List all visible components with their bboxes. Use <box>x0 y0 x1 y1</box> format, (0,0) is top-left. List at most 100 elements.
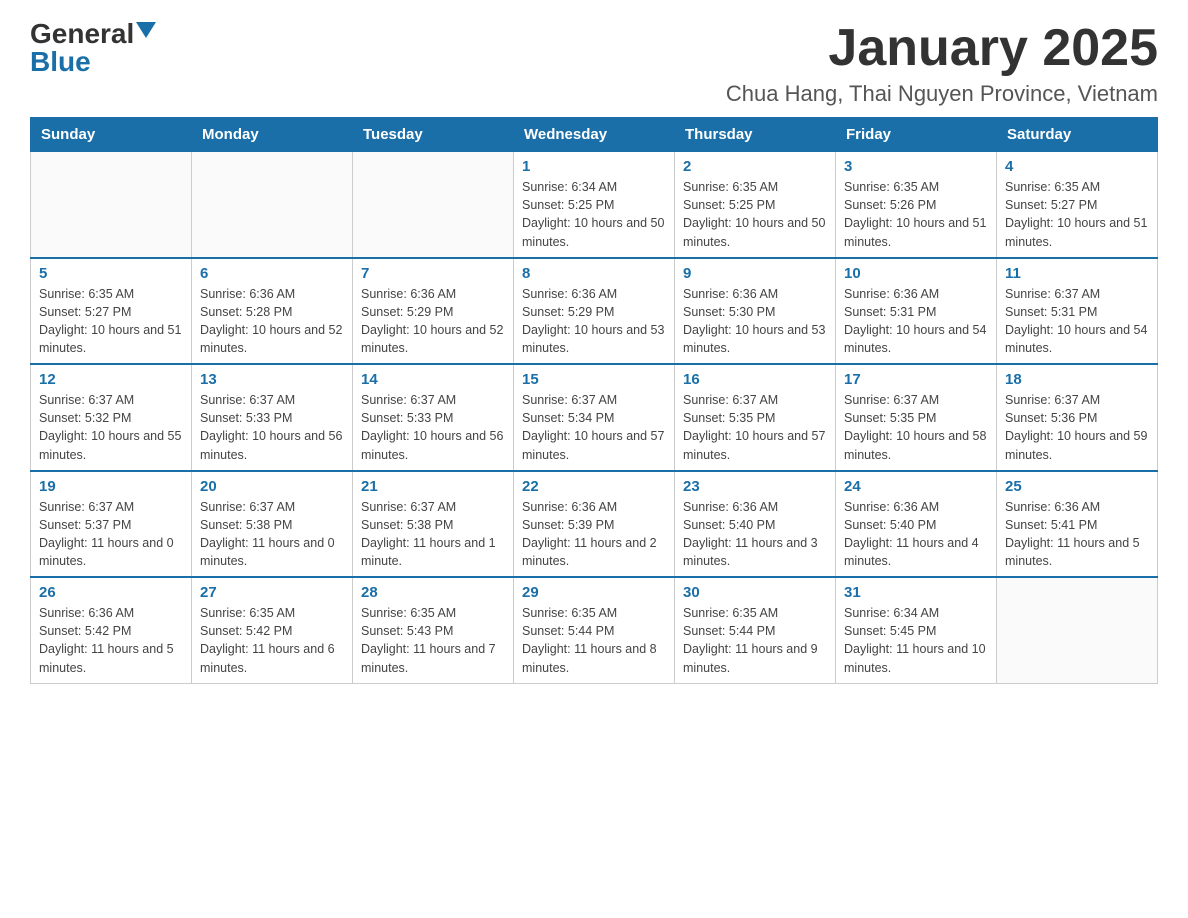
day-number: 6 <box>200 265 344 282</box>
calendar-week-row: 19 Sunrise: 6:37 AM Sunset: 5:37 PM Dayli… <box>31 471 1158 578</box>
calendar-cell: 19 Sunrise: 6:37 AM Sunset: 5:37 PM Dayli… <box>31 471 192 578</box>
logo-general-text: General <box>30 20 134 48</box>
weekday-header-tuesday: Tuesday <box>353 118 514 152</box>
calendar-cell: 31 Sunrise: 6:34 AM Sunset: 5:45 PM Dayli… <box>836 577 997 683</box>
calendar-cell <box>353 152 514 258</box>
day-info: Sunrise: 6:35 AM Sunset: 5:42 PM Dayligh… <box>200 604 344 677</box>
day-info: Sunrise: 6:37 AM Sunset: 5:33 PM Dayligh… <box>361 391 505 464</box>
day-number: 13 <box>200 371 344 388</box>
day-number: 30 <box>683 584 827 601</box>
day-number: 28 <box>361 584 505 601</box>
day-number: 27 <box>200 584 344 601</box>
calendar-cell: 24 Sunrise: 6:36 AM Sunset: 5:40 PM Dayli… <box>836 471 997 578</box>
day-number: 2 <box>683 158 827 175</box>
calendar-cell: 21 Sunrise: 6:37 AM Sunset: 5:38 PM Dayli… <box>353 471 514 578</box>
calendar-cell: 23Sunrise: 6:36 AM Sunset: 5:40 PM Dayli… <box>675 471 836 578</box>
day-number: 20 <box>200 478 344 495</box>
calendar-cell <box>31 152 192 258</box>
day-number: 26 <box>39 584 183 601</box>
calendar-cell: 20 Sunrise: 6:37 AM Sunset: 5:38 PM Dayli… <box>192 471 353 578</box>
day-info: Sunrise: 6:37 AM Sunset: 5:31 PM Dayligh… <box>1005 285 1149 358</box>
day-info: Sunrise: 6:36 AM Sunset: 5:29 PM Dayligh… <box>522 285 666 358</box>
calendar-week-row: 12Sunrise: 6:37 AM Sunset: 5:32 PM Dayli… <box>31 364 1158 471</box>
day-info: Sunrise: 6:36 AM Sunset: 5:29 PM Dayligh… <box>361 285 505 358</box>
day-number: 25 <box>1005 478 1149 495</box>
logo-blue-text: Blue <box>30 48 91 76</box>
day-number: 18 <box>1005 371 1149 388</box>
day-info: Sunrise: 6:35 AM Sunset: 5:44 PM Dayligh… <box>683 604 827 677</box>
calendar-cell: 17 Sunrise: 6:37 AM Sunset: 5:35 PM Dayli… <box>836 364 997 471</box>
day-info: Sunrise: 6:36 AM Sunset: 5:39 PM Dayligh… <box>522 498 666 571</box>
calendar-cell: 30 Sunrise: 6:35 AM Sunset: 5:44 PM Dayli… <box>675 577 836 683</box>
day-info: Sunrise: 6:36 AM Sunset: 5:31 PM Dayligh… <box>844 285 988 358</box>
day-info: Sunrise: 6:35 AM Sunset: 5:43 PM Dayligh… <box>361 604 505 677</box>
calendar-cell: 15Sunrise: 6:37 AM Sunset: 5:34 PM Dayli… <box>514 364 675 471</box>
weekday-header-sunday: Sunday <box>31 118 192 152</box>
day-number: 3 <box>844 158 988 175</box>
day-number: 11 <box>1005 265 1149 282</box>
day-info: Sunrise: 6:37 AM Sunset: 5:38 PM Dayligh… <box>361 498 505 571</box>
calendar-cell: 2 Sunrise: 6:35 AM Sunset: 5:25 PM Daylig… <box>675 152 836 258</box>
calendar-week-row: 26 Sunrise: 6:36 AM Sunset: 5:42 PM Dayli… <box>31 577 1158 683</box>
weekday-header-friday: Friday <box>836 118 997 152</box>
day-number: 7 <box>361 265 505 282</box>
day-number: 24 <box>844 478 988 495</box>
calendar-cell: 25 Sunrise: 6:36 AM Sunset: 5:41 PM Dayli… <box>997 471 1158 578</box>
day-info: Sunrise: 6:37 AM Sunset: 5:37 PM Dayligh… <box>39 498 183 571</box>
day-number: 29 <box>522 584 666 601</box>
calendar-cell <box>192 152 353 258</box>
day-info: Sunrise: 6:35 AM Sunset: 5:25 PM Dayligh… <box>683 178 827 251</box>
calendar-table: SundayMondayTuesdayWednesdayThursdayFrid… <box>30 117 1158 684</box>
day-info: Sunrise: 6:37 AM Sunset: 5:36 PM Dayligh… <box>1005 391 1149 464</box>
day-info: Sunrise: 6:34 AM Sunset: 5:45 PM Dayligh… <box>844 604 988 677</box>
day-number: 22 <box>522 478 666 495</box>
logo-triangle-icon <box>136 22 156 38</box>
calendar-cell: 29 Sunrise: 6:35 AM Sunset: 5:44 PM Dayli… <box>514 577 675 683</box>
calendar-title: January 2025 <box>726 20 1158 77</box>
calendar-cell: 10Sunrise: 6:36 AM Sunset: 5:31 PM Dayli… <box>836 258 997 365</box>
day-info: Sunrise: 6:37 AM Sunset: 5:33 PM Dayligh… <box>200 391 344 464</box>
day-number: 17 <box>844 371 988 388</box>
calendar-cell: 3Sunrise: 6:35 AM Sunset: 5:26 PM Daylig… <box>836 152 997 258</box>
weekday-header-thursday: Thursday <box>675 118 836 152</box>
day-info: Sunrise: 6:37 AM Sunset: 5:35 PM Dayligh… <box>683 391 827 464</box>
day-info: Sunrise: 6:36 AM Sunset: 5:42 PM Dayligh… <box>39 604 183 677</box>
day-info: Sunrise: 6:37 AM Sunset: 5:35 PM Dayligh… <box>844 391 988 464</box>
calendar-cell: 5 Sunrise: 6:35 AM Sunset: 5:27 PM Daylig… <box>31 258 192 365</box>
day-info: Sunrise: 6:36 AM Sunset: 5:30 PM Dayligh… <box>683 285 827 358</box>
calendar-cell: 22 Sunrise: 6:36 AM Sunset: 5:39 PM Dayli… <box>514 471 675 578</box>
day-number: 14 <box>361 371 505 388</box>
weekday-header-monday: Monday <box>192 118 353 152</box>
calendar-cell: 26 Sunrise: 6:36 AM Sunset: 5:42 PM Dayli… <box>31 577 192 683</box>
day-number: 9 <box>683 265 827 282</box>
calendar-cell <box>997 577 1158 683</box>
day-number: 16 <box>683 371 827 388</box>
calendar-week-row: 1Sunrise: 6:34 AM Sunset: 5:25 PM Daylig… <box>31 152 1158 258</box>
day-info: Sunrise: 6:35 AM Sunset: 5:27 PM Dayligh… <box>1005 178 1149 251</box>
calendar-cell: 4Sunrise: 6:35 AM Sunset: 5:27 PM Daylig… <box>997 152 1158 258</box>
day-info: Sunrise: 6:36 AM Sunset: 5:28 PM Dayligh… <box>200 285 344 358</box>
day-number: 21 <box>361 478 505 495</box>
calendar-cell: 13 Sunrise: 6:37 AM Sunset: 5:33 PM Dayli… <box>192 364 353 471</box>
title-area: January 2025 Chua Hang, Thai Nguyen Prov… <box>726 20 1158 107</box>
day-number: 31 <box>844 584 988 601</box>
day-info: Sunrise: 6:35 AM Sunset: 5:44 PM Dayligh… <box>522 604 666 677</box>
calendar-week-row: 5 Sunrise: 6:35 AM Sunset: 5:27 PM Daylig… <box>31 258 1158 365</box>
calendar-cell: 16 Sunrise: 6:37 AM Sunset: 5:35 PM Dayli… <box>675 364 836 471</box>
day-number: 5 <box>39 265 183 282</box>
calendar-cell: 18 Sunrise: 6:37 AM Sunset: 5:36 PM Dayli… <box>997 364 1158 471</box>
calendar-cell: 11 Sunrise: 6:37 AM Sunset: 5:31 PM Dayli… <box>997 258 1158 365</box>
day-number: 19 <box>39 478 183 495</box>
calendar-cell: 9 Sunrise: 6:36 AM Sunset: 5:30 PM Daylig… <box>675 258 836 365</box>
weekday-header-saturday: Saturday <box>997 118 1158 152</box>
day-info: Sunrise: 6:37 AM Sunset: 5:34 PM Dayligh… <box>522 391 666 464</box>
day-number: 12 <box>39 371 183 388</box>
logo: General Blue <box>30 20 156 76</box>
calendar-cell: 7 Sunrise: 6:36 AM Sunset: 5:29 PM Daylig… <box>353 258 514 365</box>
calendar-cell: 28 Sunrise: 6:35 AM Sunset: 5:43 PM Dayli… <box>353 577 514 683</box>
day-info: Sunrise: 6:35 AM Sunset: 5:27 PM Dayligh… <box>39 285 183 358</box>
day-info: Sunrise: 6:36 AM Sunset: 5:41 PM Dayligh… <box>1005 498 1149 571</box>
day-info: Sunrise: 6:36 AM Sunset: 5:40 PM Dayligh… <box>844 498 988 571</box>
header: General Blue January 2025 Chua Hang, Tha… <box>30 20 1158 107</box>
day-info: Sunrise: 6:37 AM Sunset: 5:38 PM Dayligh… <box>200 498 344 571</box>
